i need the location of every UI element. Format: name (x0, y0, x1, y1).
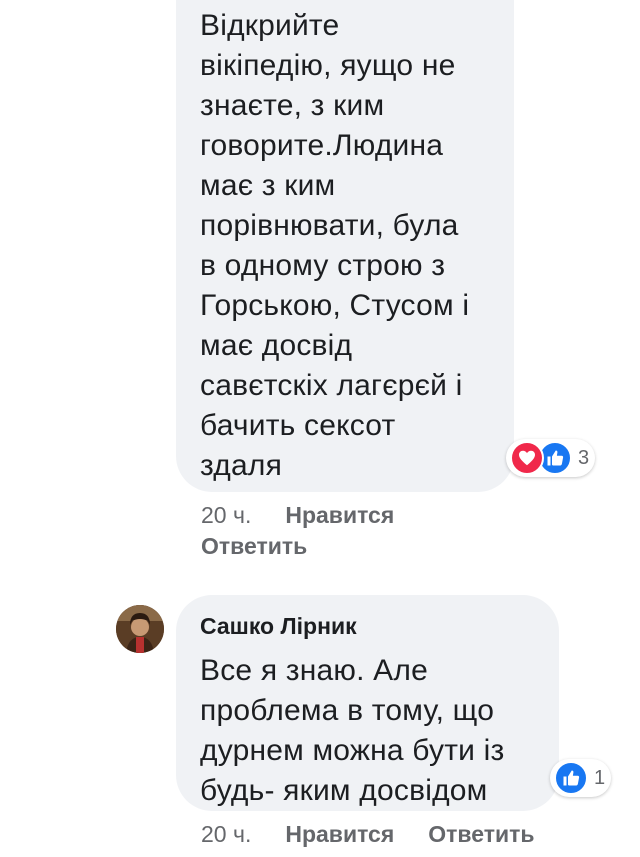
comment-author[interactable]: Сашко Лірник (200, 611, 543, 641)
reply-button[interactable]: Ответить (201, 530, 307, 562)
reaction-summary[interactable]: 1 (550, 759, 612, 797)
comment-actions: 20 ч. Нравится Ответить (201, 818, 535, 850)
thumbs-up-icon (554, 761, 588, 795)
like-button[interactable]: Нравится (285, 818, 394, 850)
reaction-count: 3 (578, 447, 590, 469)
avatar[interactable] (116, 605, 164, 653)
comment-timestamp[interactable]: 20 ч. (201, 499, 251, 531)
like-button[interactable]: Нравится (285, 499, 394, 531)
reply-button[interactable]: Ответить (428, 818, 534, 850)
comment-actions: 20 ч. Нравится (201, 499, 394, 531)
comment-timestamp[interactable]: 20 ч. (201, 818, 251, 850)
reaction-count: 1 (594, 767, 606, 789)
reaction-summary[interactable]: 3 (506, 439, 596, 477)
comment-text: Відкрийте вікіпедію, яущо не знаєте, з к… (200, 9, 470, 482)
comment-bubble: Відкрийте вікіпедію, яущо не знаєте, з к… (176, 0, 514, 492)
comment-text: Все я знаю. Але проблема в тому, що дурн… (200, 654, 505, 807)
comment-bubble: Сашко Лірник Все я знаю. Але проблема в … (176, 595, 559, 811)
comment-actions-reply: Ответить (201, 530, 307, 562)
heart-icon (510, 441, 544, 475)
